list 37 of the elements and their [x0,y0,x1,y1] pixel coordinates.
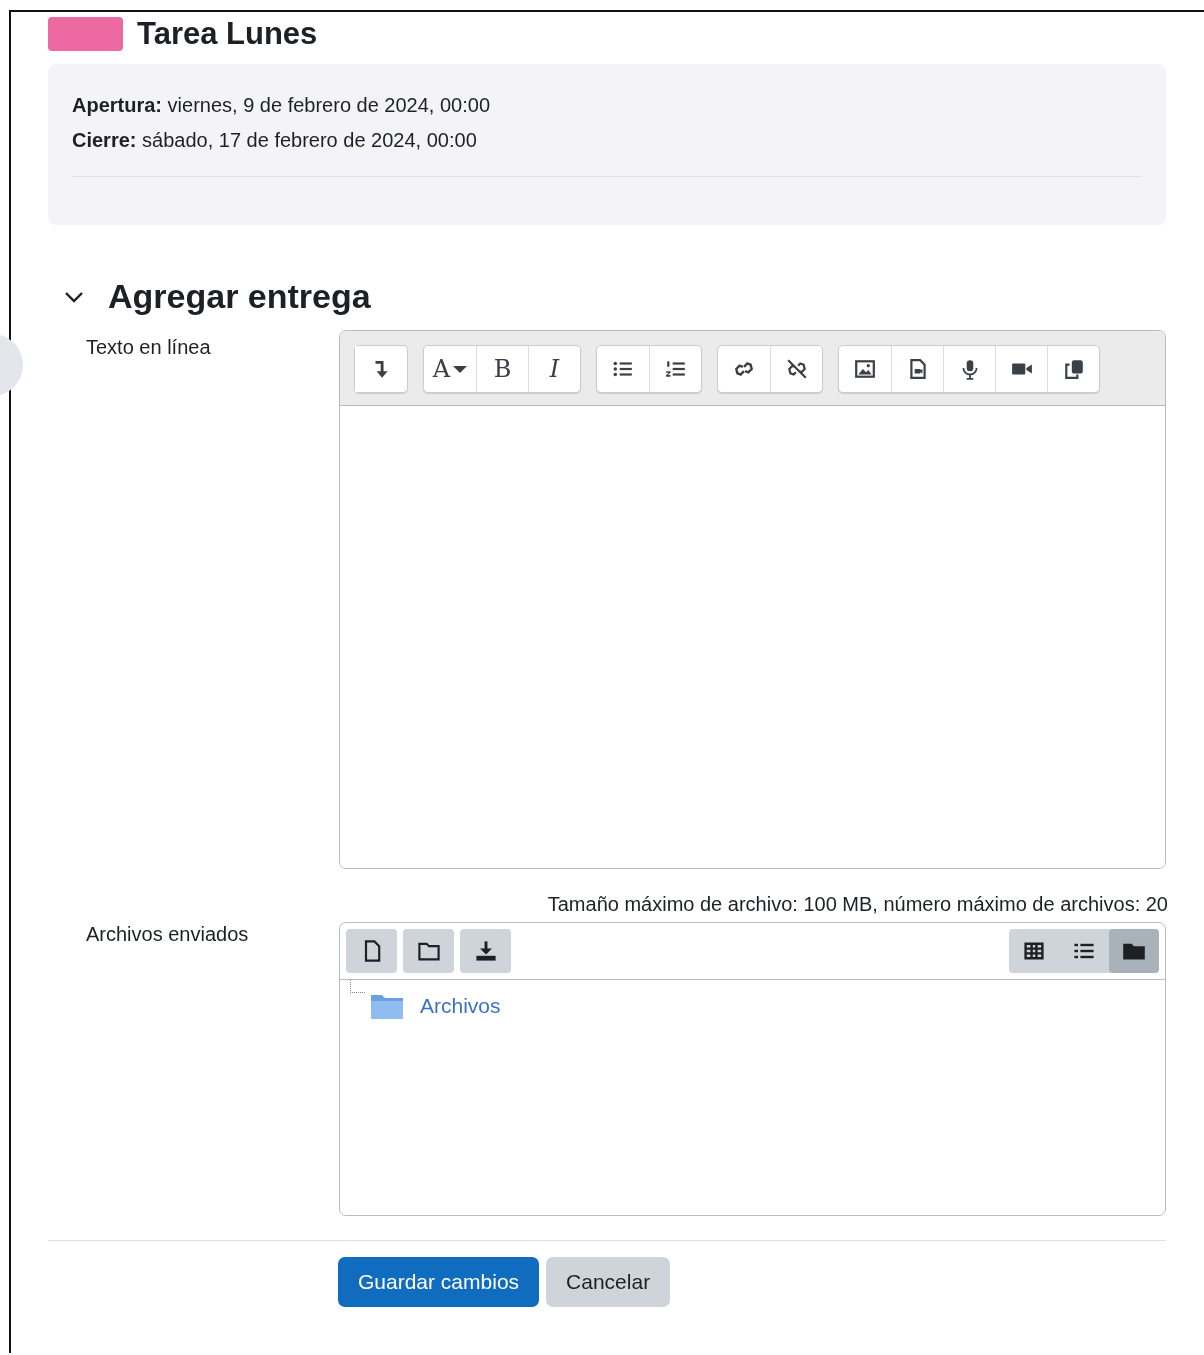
numbered-list-icon [664,358,687,380]
italic-button[interactable]: I [528,346,580,392]
numbers-button[interactable] [649,346,701,392]
section-title: Agregar entrega [108,277,371,316]
file-button[interactable] [346,929,397,973]
bold-button[interactable]: B [476,346,528,392]
folder-link[interactable]: Archivos [420,994,501,1018]
folder-button[interactable] [403,929,454,973]
media-button[interactable] [891,346,943,392]
tree-connector-line [350,980,365,993]
redo-button[interactable] [355,346,407,392]
save-button[interactable]: Guardar cambios [338,1257,540,1307]
activity-icon [48,17,123,51]
font-button[interactable]: A [424,346,476,392]
caret-icon [453,365,468,373]
view-button[interactable] [1109,929,1159,973]
text-editor[interactable]: A B I [339,330,1166,869]
download-button[interactable] [460,929,511,973]
field-label: Archivos enviados [85,922,250,947]
field-label: Texto en línea [85,335,212,360]
unlink-button[interactable] [770,346,822,392]
image-button[interactable] [839,346,891,392]
page-title: Tarea Lunes [137,16,318,52]
video-button[interactable] [995,346,1047,392]
cancel-button[interactable]: Cancelar [546,1257,671,1307]
unlink-icon [785,358,808,380]
image-icon [854,358,876,380]
copy-icon [1062,358,1085,380]
date-text: Cierre: sábado, 17 de febrero de 2024, 00:00 [72,128,478,153]
link-button[interactable] [718,346,770,392]
copy-button[interactable] [1047,346,1099,392]
bullets-button[interactable] [597,346,649,392]
audio-button[interactable] [943,346,995,392]
folder-icon [370,992,404,1020]
download-icon [473,939,498,963]
date-text: Apertura: viernes, 9 de febrero de 2024, 00:00 [72,93,492,118]
file-limits-text: Tamaño máximo de archivo: 100 MB, número máximo de archivos: 20 [546,893,1168,916]
